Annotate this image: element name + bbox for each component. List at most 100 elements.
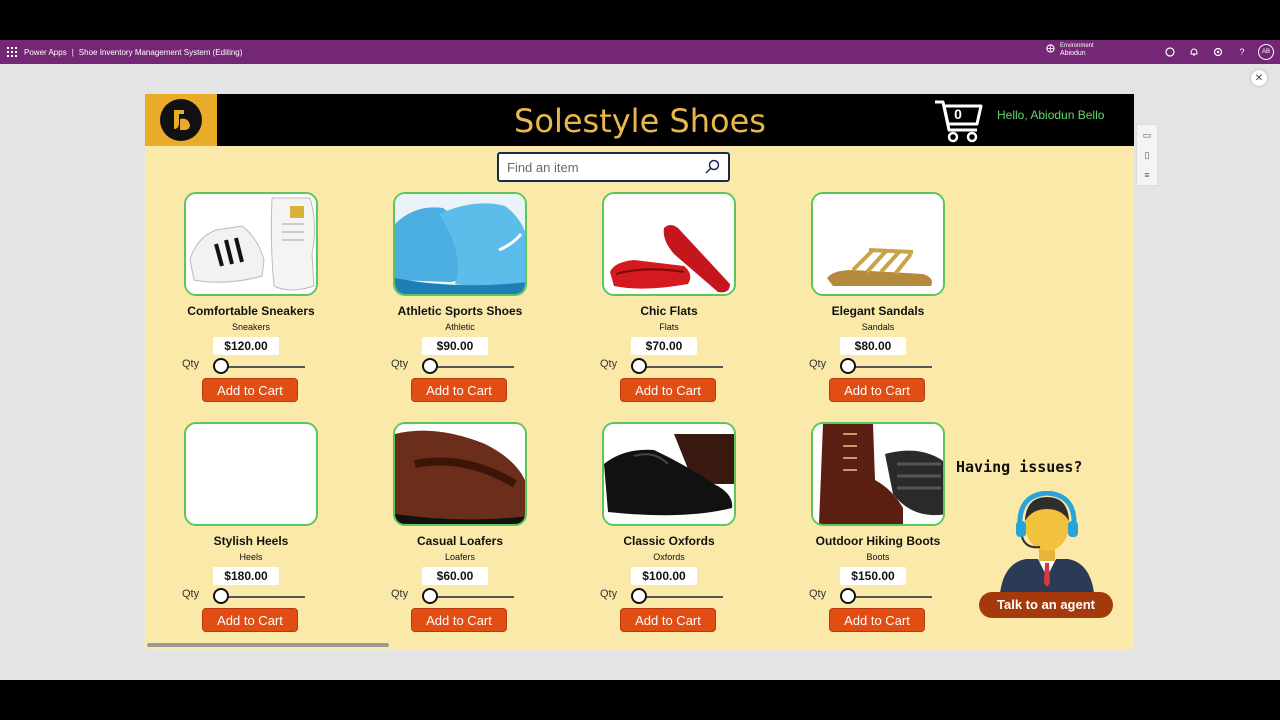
environment-icon [1046,44,1055,56]
product-price: $120.00 [213,337,279,355]
qty-label: Qty [809,358,827,370]
horizontal-scrollbar[interactable] [147,643,389,647]
shoe-logo-icon [174,110,190,130]
talk-to-agent-button[interactable]: Talk to an agent [979,592,1113,618]
user-greeting: Hello, Abiodun Bello [997,108,1105,122]
qty-slider-track[interactable] [430,596,514,598]
app-canvas: Solestyle Shoes 0 Hello, Abiodun Bello F… [145,94,1134,650]
flats-image[interactable] [602,192,736,296]
product-card: Comfortable Sneakers Sneakers $120.00 Qt… [145,192,325,422]
qty-label: Qty [391,588,409,600]
rail-phone-icon[interactable]: ▯ [1145,150,1150,161]
qty-slider-track[interactable] [221,596,305,598]
help-icon[interactable]: ? [1235,45,1249,59]
add-to-cart-button[interactable]: Add to Cart [620,378,716,402]
qty-slider-track[interactable] [848,366,932,368]
title-separator: | [71,47,74,57]
product-category: Flats [659,322,679,332]
support-agent-icon [1000,491,1094,593]
sandals-image[interactable] [811,192,945,296]
add-to-cart-button[interactable]: Add to Cart [829,378,925,402]
product-name: Chic Flats [640,304,698,318]
qty-slider-thumb[interactable] [840,588,856,604]
product-card: Elegant Sandals Sandals $80.00 Qty Add t… [772,192,952,422]
support-prompt: Having issues? [956,458,1083,476]
waffle-icon[interactable] [0,40,24,64]
product-category: Loafers [444,552,476,562]
product-price: $80.00 [840,337,906,355]
qty-label: Qty [182,588,200,600]
qty-slider-thumb[interactable] [213,588,229,604]
close-preview-icon[interactable]: ✕ [1251,70,1267,86]
add-to-cart-button[interactable]: Add to Cart [829,608,925,632]
qty-label: Qty [391,358,409,370]
product-category: Sneakers [231,322,271,332]
qty-slider-track[interactable] [430,366,514,368]
rail-data-icon[interactable]: ≡ [1144,170,1149,180]
product-category: Heels [239,552,263,562]
environment-label: Environment [1060,43,1094,49]
add-to-cart-button[interactable]: Add to Cart [620,608,716,632]
product-category: Oxfords [653,552,685,562]
app-name[interactable]: Power Apps [24,48,67,57]
right-rail: ▭ ▯ ≡ [1136,124,1158,186]
add-to-cart-button[interactable]: Add to Cart [202,378,298,402]
settings-gear-icon[interactable] [1211,45,1225,59]
cart-count-badge: 0 [954,106,962,122]
product-name: Stylish Heels [213,534,289,548]
qty-slider-track[interactable] [639,596,723,598]
copilot-icon[interactable] [1163,45,1177,59]
product-price: $70.00 [631,337,697,355]
product-name: Athletic Sports Shoes [397,304,523,318]
qty-slider-thumb[interactable] [840,358,856,374]
qty-slider-track[interactable] [221,366,305,368]
product-category: Boots [866,552,890,562]
qty-slider-thumb[interactable] [631,588,647,604]
qty-slider-thumb[interactable] [422,588,438,604]
boots-image[interactable] [811,422,945,526]
qty-label: Qty [600,588,618,600]
product-name: Outdoor Hiking Boots [815,534,941,548]
search-box[interactable]: Find an item [497,152,730,182]
product-name: Casual Loafers [416,534,504,548]
letterbox-top [0,0,1280,40]
product-name: Comfortable Sneakers [187,304,315,318]
notifications-bell-icon[interactable] [1187,45,1201,59]
qty-slider-thumb[interactable] [631,358,647,374]
product-card: Casual Loafers Loafers $60.00 Qty Add to… [354,422,534,650]
sneakers-image[interactable] [184,192,318,296]
product-price: $60.00 [422,567,488,585]
product-price: $100.00 [631,567,697,585]
qty-label: Qty [182,358,200,370]
add-to-cart-button[interactable]: Add to Cart [411,608,507,632]
user-avatar[interactable]: AB [1258,44,1274,60]
product-card: Athletic Sports Shoes Athletic $90.00 Qt… [354,192,534,422]
environment-picker[interactable]: Environment Abiodun [1046,43,1094,57]
product-name: Elegant Sandals [831,304,925,318]
letterbox-bottom [0,680,1280,720]
add-to-cart-button[interactable]: Add to Cart [202,608,298,632]
loafers-image[interactable] [393,422,527,526]
search-icon[interactable] [704,159,720,175]
environment-value: Abiodun [1060,50,1086,57]
qty-slider-thumb[interactable] [213,358,229,374]
product-card: Outdoor Hiking Boots Boots $150.00 Qty A… [772,422,952,650]
product-name: Classic Oxfords [623,534,715,548]
app-title: Shoe Inventory Management System (Editin… [78,47,243,57]
product-category: Sandals [861,322,895,332]
qty-slider-thumb[interactable] [422,358,438,374]
app-header-bar: Solestyle Shoes 0 Hello, Abiodun Bello [145,94,1134,146]
product-card: Stylish Heels Heels $180.00 Qty Add to C… [145,422,325,650]
qty-slider-track[interactable] [848,596,932,598]
qty-label: Qty [809,588,827,600]
store-title: Solestyle Shoes [514,102,766,140]
heels-image-blank[interactable] [184,422,318,526]
rail-tablet-icon[interactable]: ▭ [1143,130,1152,141]
qty-slider-track[interactable] [639,366,723,368]
oxfords-image[interactable] [602,422,736,526]
athletic-shoes-image[interactable] [393,192,527,296]
add-to-cart-button[interactable]: Add to Cart [411,378,507,402]
product-card: Chic Flats Flats $70.00 Qty Add to Cart [563,192,743,422]
product-price: $180.00 [213,567,279,585]
search-input[interactable]: Find an item [507,160,704,175]
